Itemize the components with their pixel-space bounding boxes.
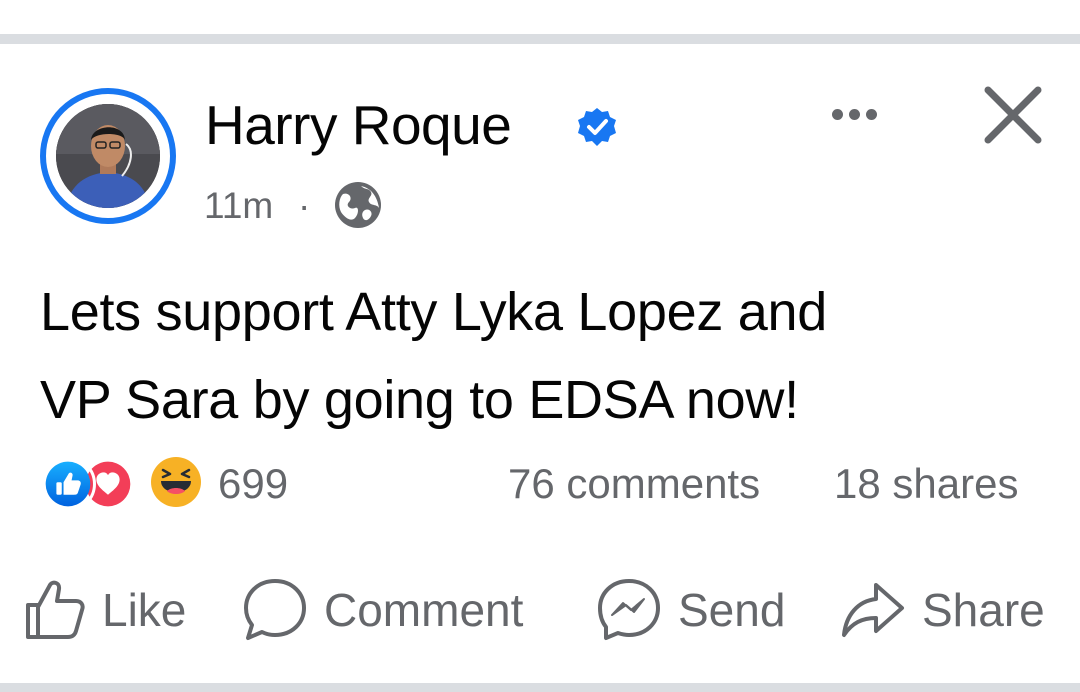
more-options-button[interactable] bbox=[818, 92, 890, 136]
comments-count[interactable]: 76 comments bbox=[508, 456, 760, 512]
more-dot-icon bbox=[865, 108, 877, 120]
reactions-count[interactable]: 699 bbox=[218, 456, 288, 512]
top-divider bbox=[0, 34, 1080, 44]
more-dot-icon bbox=[848, 108, 860, 120]
comment-button[interactable]: Comment bbox=[240, 574, 523, 646]
avatar-photo bbox=[56, 104, 160, 208]
comment-label: Comment bbox=[324, 584, 524, 636]
send-label: Send bbox=[678, 584, 786, 636]
messenger-icon bbox=[598, 579, 660, 640]
shares-count[interactable]: 18 shares bbox=[834, 456, 1018, 512]
share-label: Share bbox=[922, 584, 1045, 636]
more-dot-icon bbox=[831, 108, 843, 120]
like-button[interactable]: Like bbox=[22, 574, 186, 646]
post-text-line: VP Sara by going to EDSA now! bbox=[40, 370, 799, 430]
thumbs-up-icon bbox=[26, 580, 85, 639]
share-button[interactable]: Share bbox=[838, 574, 1045, 646]
like-label: Like bbox=[102, 584, 187, 636]
meta-separator: · bbox=[298, 185, 311, 226]
post-text: Lets support Atty Lyka Lopez and VP Sara… bbox=[40, 268, 1040, 444]
haha-reaction-icon bbox=[151, 457, 201, 507]
post-text-line: Lets support Atty Lyka Lopez and bbox=[40, 282, 827, 342]
post-time[interactable]: 11m bbox=[204, 178, 273, 234]
send-button[interactable]: Send bbox=[594, 574, 785, 646]
avatar[interactable] bbox=[40, 88, 176, 224]
close-icon[interactable] bbox=[980, 82, 1046, 148]
globe-icon bbox=[335, 182, 381, 228]
verified-badge-icon bbox=[578, 108, 616, 146]
author-name[interactable]: Harry Roque bbox=[205, 90, 512, 160]
like-reaction-icon bbox=[40, 456, 96, 512]
comment-icon bbox=[244, 579, 306, 640]
share-arrow-icon bbox=[842, 583, 904, 637]
bottom-divider bbox=[0, 683, 1080, 692]
